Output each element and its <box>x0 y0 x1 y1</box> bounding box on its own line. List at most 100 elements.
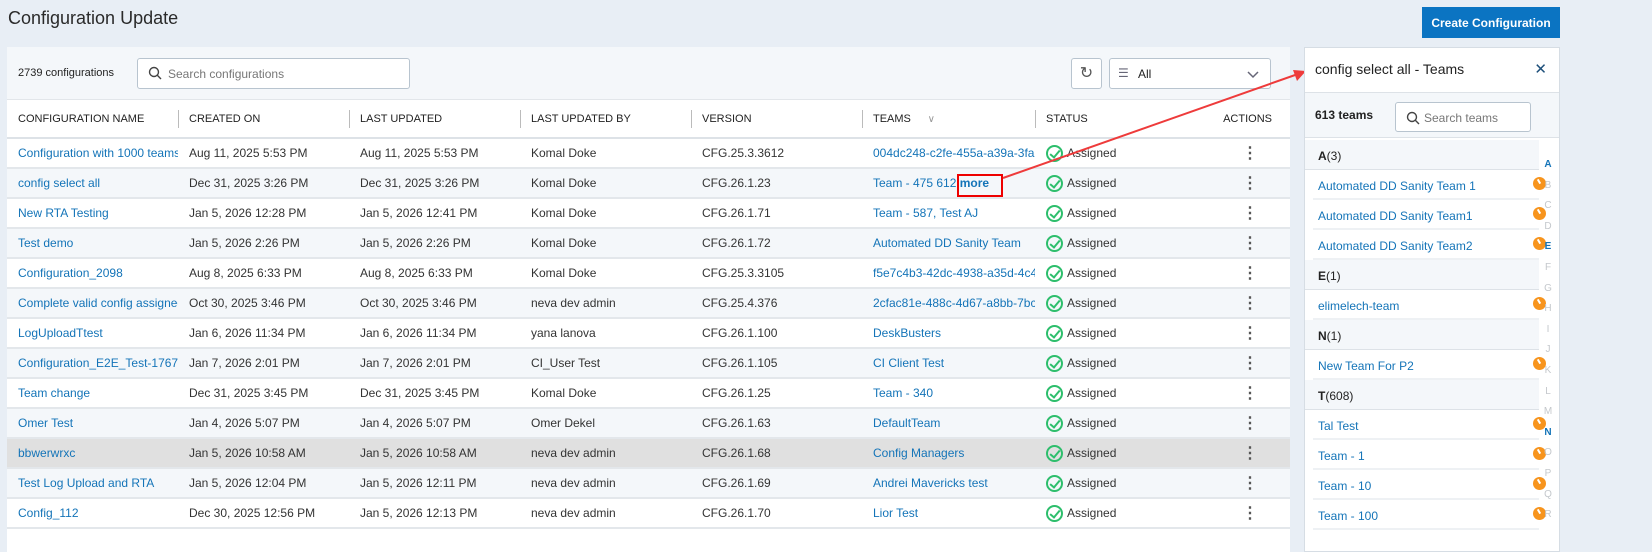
config-name-link[interactable]: New RTA Testing <box>18 206 109 220</box>
table-row[interactable]: bbwerwrxc Jan 5, 2026 10:58 AM Jan 5, 2026… <box>7 438 1290 469</box>
teams-cell[interactable]: f5e7c4b3-42dc-4938-a35d-4c44 <box>862 258 1035 289</box>
config-name-cell[interactable]: Configuration_E2E_Test-176777 <box>7 348 178 379</box>
alphabet-letter[interactable]: J <box>1541 340 1555 361</box>
table-row[interactable]: Test Log Upload and RTA Jan 5, 2026 12:04… <box>7 468 1290 499</box>
config-name-cell[interactable]: Configuration_2098 <box>7 258 178 289</box>
config-name-cell[interactable]: LogUploadTtest <box>7 318 178 349</box>
kebab-menu-icon[interactable]: ⋮ <box>1185 288 1290 319</box>
config-name-link[interactable]: Config_112 <box>18 506 79 520</box>
team-name[interactable]: Automated DD Sanity Team 1 <box>1318 179 1476 193</box>
team-list-item[interactable]: elimelech-team <box>1313 290 1546 320</box>
kebab-menu-icon[interactable]: ⋮ <box>1185 168 1290 199</box>
team-list-item[interactable]: Team - 1 <box>1313 440 1546 470</box>
config-name-link[interactable]: Complete valid config assigned <box>18 296 178 310</box>
team-name[interactable]: Team - 10 <box>1318 479 1371 493</box>
config-name-link[interactable]: config select all <box>18 176 100 190</box>
config-name-cell[interactable]: Test Log Upload and RTA <box>7 468 178 499</box>
config-name-link[interactable]: Test demo <box>18 236 73 250</box>
alphabet-letter[interactable]: B <box>1541 176 1555 197</box>
alphabet-letter[interactable]: D <box>1541 217 1555 238</box>
config-name-cell[interactable]: config select all <box>7 168 178 199</box>
alphabet-letter[interactable]: L <box>1541 382 1555 403</box>
table-row[interactable]: Config_112 Dec 30, 2025 12:56 PM Jan 5, 20… <box>7 498 1290 529</box>
team-name[interactable]: Tal Test <box>1318 419 1358 433</box>
team-list-item[interactable]: Automated DD Sanity Team 1 <box>1313 170 1546 200</box>
teams-cell[interactable]: DefaultTeam <box>862 408 1035 439</box>
table-row[interactable]: Omer Test Jan 4, 2026 5:07 PM Jan 4, 2026 … <box>7 408 1290 439</box>
filter-select[interactable]: ☰ All <box>1109 58 1271 89</box>
teams-link[interactable]: Automated DD Sanity Team <box>873 236 1021 250</box>
config-name-link[interactable]: Team change <box>18 386 90 400</box>
table-row[interactable]: Configuration with 1000 teams Aug 11, 202… <box>7 138 1290 169</box>
team-list-item[interactable]: New Team For P2 <box>1313 350 1546 380</box>
kebab-menu-icon[interactable]: ⋮ <box>1185 348 1290 379</box>
config-name-link[interactable]: LogUploadTtest <box>18 326 103 340</box>
kebab-menu-icon[interactable]: ⋮ <box>1185 438 1290 469</box>
teams-cell[interactable]: 2cfac81e-488c-4d67-a8bb-7bc4 <box>862 288 1035 319</box>
config-name-link[interactable]: Configuration_E2E_Test-176777 <box>18 356 178 370</box>
teams-link[interactable]: Team - 587, Test AJ <box>873 206 978 220</box>
table-row[interactable]: LogUploadTtest Jan 6, 2026 11:34 PM Jan 6,… <box>7 318 1290 349</box>
close-icon[interactable]: ✕ <box>1534 60 1547 78</box>
team-name[interactable]: New Team For P2 <box>1318 359 1414 373</box>
config-name-link[interactable]: Omer Test <box>18 416 73 430</box>
config-name-cell[interactable]: Team change <box>7 378 178 409</box>
search-configurations-input[interactable]: Search configurations <box>137 58 410 89</box>
team-name[interactable]: Automated DD Sanity Team2 <box>1318 239 1473 253</box>
config-name-cell[interactable]: Config_112 <box>7 498 178 529</box>
teams-link[interactable]: Andrei Mavericks test <box>873 476 988 490</box>
alphabet-letter[interactable]: R <box>1541 505 1555 526</box>
alphabet-letter[interactable]: C <box>1541 196 1555 217</box>
config-name-link[interactable]: bbwerwrxc <box>18 446 75 460</box>
teams-cell[interactable]: CI Client Test <box>862 348 1035 379</box>
kebab-menu-icon[interactable]: ⋮ <box>1185 138 1290 169</box>
teams-link[interactable]: CI Client Test <box>873 356 944 370</box>
teams-cell[interactable]: Config Managers <box>862 438 1035 469</box>
team-name[interactable]: Team - 1 <box>1318 449 1365 463</box>
teams-link[interactable]: Team - 340 <box>873 386 933 400</box>
table-row[interactable]: Test demo Jan 5, 2026 2:26 PM Jan 5, 2026 … <box>7 228 1290 259</box>
config-name-cell[interactable]: New RTA Testing <box>7 198 178 229</box>
kebab-menu-icon[interactable]: ⋮ <box>1185 468 1290 499</box>
table-row[interactable]: Complete valid config assigned Oct 30, 20… <box>7 288 1290 319</box>
config-name-cell[interactable]: bbwerwrxc <box>7 438 178 469</box>
teams-link[interactable]: 2cfac81e-488c-4d67-a8bb-7bc4 <box>873 296 1035 310</box>
teams-link[interactable]: f5e7c4b3-42dc-4938-a35d-4c44 <box>873 266 1035 280</box>
create-configuration-button[interactable]: Create Configuration <box>1422 7 1560 38</box>
teams-cell[interactable]: Lior Test <box>862 498 1035 529</box>
team-list-item[interactable]: Tal Test <box>1313 410 1546 440</box>
team-name[interactable]: elimelech-team <box>1318 299 1399 313</box>
alphabet-letter[interactable]: N <box>1541 423 1555 444</box>
teams-link[interactable]: Lior Test <box>873 506 918 520</box>
alphabet-letter[interactable]: Q <box>1541 485 1555 506</box>
teams-link[interactable]: DeskBusters <box>873 326 941 340</box>
teams-link[interactable]: Team - 475 612 <box>873 176 956 190</box>
teams-cell[interactable]: Automated DD Sanity Team <box>862 228 1035 259</box>
alphabet-letter[interactable]: G <box>1541 279 1555 300</box>
teams-cell[interactable]: 004dc248-c2fe-455a-a39a-3fa <box>862 138 1035 169</box>
table-row[interactable]: Team change Dec 31, 2025 3:45 PM Dec 31, 2… <box>7 378 1290 409</box>
config-name-link[interactable]: Test Log Upload and RTA <box>18 476 154 490</box>
alphabet-letter[interactable]: A <box>1541 155 1555 176</box>
teams-cell[interactable]: DeskBusters <box>862 318 1035 349</box>
alphabet-letter[interactable]: I <box>1541 320 1555 341</box>
kebab-menu-icon[interactable]: ⋮ <box>1185 498 1290 529</box>
teams-cell[interactable]: Andrei Mavericks test <box>862 468 1035 499</box>
alphabet-letter[interactable]: F <box>1541 258 1555 279</box>
table-row[interactable]: Configuration_2098 Aug 8, 2025 6:33 PM Aug… <box>7 258 1290 289</box>
teams-link[interactable]: 004dc248-c2fe-455a-a39a-3fa <box>873 146 1034 160</box>
teams-cell[interactable]: Team - 587, Test AJ <box>862 198 1035 229</box>
config-name-cell[interactable]: Complete valid config assigned <box>7 288 178 319</box>
alphabet-letter[interactable]: E <box>1541 237 1555 258</box>
alphabet-letter[interactable]: O <box>1541 443 1555 464</box>
team-list-item[interactable]: Team - 10 <box>1313 470 1546 500</box>
alphabet-letter[interactable]: M <box>1541 402 1555 423</box>
config-name-link[interactable]: Configuration_2098 <box>18 266 123 280</box>
team-name[interactable]: Automated DD Sanity Team1 <box>1318 209 1473 223</box>
team-name[interactable]: Team - 100 <box>1318 509 1378 523</box>
team-list-item[interactable]: Automated DD Sanity Team1 <box>1313 200 1546 230</box>
kebab-menu-icon[interactable]: ⋮ <box>1185 258 1290 289</box>
team-list-item[interactable]: Automated DD Sanity Team2 <box>1313 230 1546 260</box>
alphabet-letter[interactable]: H <box>1541 299 1555 320</box>
teams-link[interactable]: Config Managers <box>873 446 964 460</box>
